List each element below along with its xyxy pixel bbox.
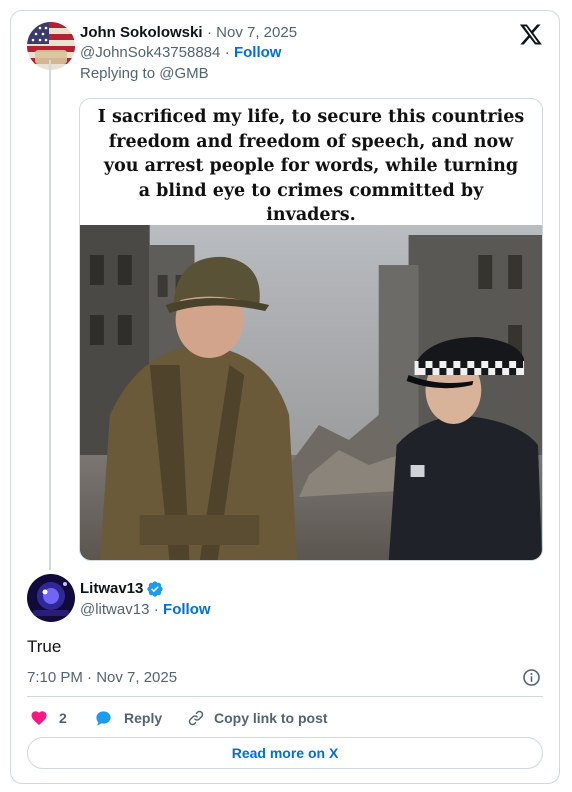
caption-line: I sacrificed my life, to secure this cou…	[97, 107, 525, 127]
litwav-header: Litwav13	[80, 579, 164, 598]
litwav-avatar[interactable]	[27, 574, 75, 622]
copy-link-label: Copy link to post	[214, 710, 328, 726]
x-logo-icon[interactable]	[519, 22, 543, 46]
thread-connector-line	[49, 60, 51, 570]
image-caption: I sacrificed my life, to secure this cou…	[80, 99, 542, 225]
litwav-name[interactable]: Litwav13	[80, 579, 143, 598]
john-follow-link[interactable]: Follow	[234, 44, 282, 61]
copy-link-button[interactable]: Copy link to post	[187, 708, 328, 728]
separator-dot: ·	[153, 601, 164, 618]
read-more-label: Read more on X	[231, 745, 339, 761]
speech-bubble-icon	[94, 709, 113, 728]
john-handle[interactable]: @JohnSok43758884	[80, 44, 220, 61]
john-header: John Sokolowski · Nov 7, 2025	[80, 23, 297, 42]
tweet-timestamp[interactable]: 7:10 PM · Nov 7, 2025	[27, 668, 177, 687]
litwav-follow-link[interactable]: Follow	[163, 601, 211, 618]
separator-dot: ·	[224, 44, 234, 61]
verified-badge-icon	[146, 580, 164, 598]
reply-label: Reply	[124, 710, 163, 726]
photo-soldier-and-police-officer	[80, 225, 542, 560]
caption-line: you arrest people for words, while turni…	[103, 156, 519, 176]
reply-button[interactable]: Reply	[94, 708, 162, 728]
john-name[interactable]: John Sokolowski	[80, 24, 203, 41]
like-count: 2	[59, 710, 67, 726]
link-icon	[187, 709, 205, 727]
caption-line: invaders.	[266, 205, 356, 225]
read-more-button[interactable]: Read more on X	[27, 737, 543, 769]
info-icon[interactable]	[522, 668, 541, 687]
caption-line: a blind eye to crimes committed by	[138, 180, 484, 201]
replying-to[interactable]: Replying to @GMB	[80, 64, 209, 83]
john-subheader: @JohnSok43758884 · Follow	[80, 43, 281, 62]
heart-icon	[30, 709, 48, 727]
litwav-subheader: @litwav13 · Follow	[80, 600, 211, 619]
divider	[27, 696, 543, 697]
litwav-handle[interactable]: @litwav13	[80, 601, 149, 618]
caption-line: freedom and freedom of speech, and now	[108, 131, 514, 152]
john-date[interactable]: Nov 7, 2025	[216, 24, 297, 41]
like-button[interactable]: 2	[30, 708, 67, 728]
attached-image[interactable]: I sacrificed my life, to secure this cou…	[79, 98, 543, 561]
separator-dot: ·	[206, 24, 217, 41]
john-avatar[interactable]	[27, 22, 75, 70]
tweet-text: True	[27, 637, 62, 656]
